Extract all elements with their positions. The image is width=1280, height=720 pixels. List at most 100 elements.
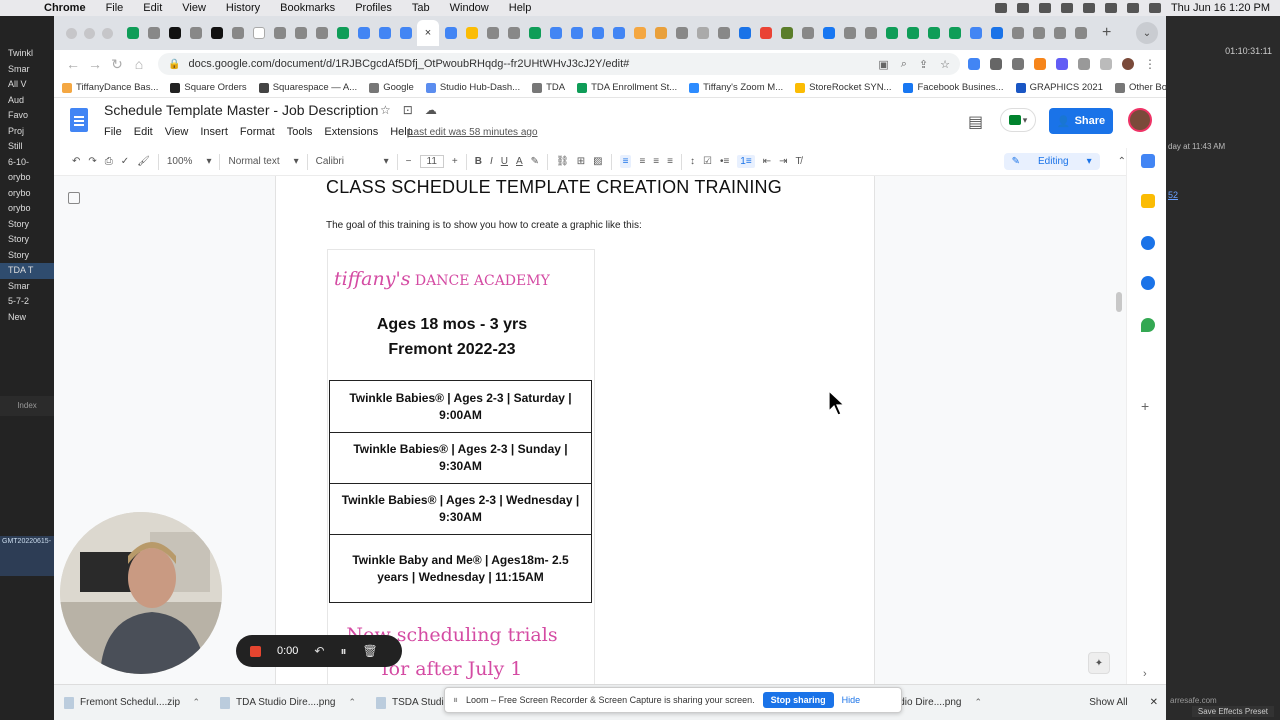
tab[interactable]: [375, 20, 394, 46]
tab[interactable]: [966, 20, 985, 46]
align-left-icon[interactable]: ≡: [619, 155, 632, 168]
more-vertical-icon[interactable]: ⋮: [1144, 57, 1156, 71]
bookmark[interactable]: Square Orders: [170, 82, 247, 93]
meet-button[interactable]: ▾: [1000, 108, 1036, 132]
highlight-icon[interactable]: ✎: [531, 156, 539, 167]
tab[interactable]: [186, 20, 205, 46]
webcam-bubble[interactable]: [60, 512, 222, 674]
schedule-graphic-image[interactable]: tiffany's DANCE ACADEMY Ages 18 mos - 3 …: [327, 249, 595, 684]
keep-icon[interactable]: [1141, 194, 1155, 208]
text-color-icon[interactable]: A: [516, 156, 523, 167]
library-row[interactable]: Aud: [0, 93, 54, 109]
stop-sharing-button[interactable]: Stop sharing: [762, 692, 834, 708]
style-dropdown[interactable]: Normal text ▾: [228, 156, 298, 167]
dropbox-icon[interactable]: [1038, 3, 1051, 13]
drag-handle-icon[interactable]: ⏸: [453, 695, 458, 706]
docs-menu-insert[interactable]: Insert: [200, 126, 228, 138]
increase-font-size-icon[interactable]: +: [452, 156, 458, 167]
tab[interactable]: [1029, 20, 1048, 46]
tab[interactable]: [144, 20, 163, 46]
download-item[interactable]: TDA Studio Dire....png ⌃: [210, 696, 366, 709]
tab[interactable]: [693, 20, 712, 46]
bookmark[interactable]: Studio Hub-Dash...: [425, 82, 520, 93]
timeline-index-label[interactable]: Index: [0, 396, 54, 416]
tab[interactable]: [882, 20, 901, 46]
share-button[interactable]: 👤 Share: [1049, 108, 1113, 134]
library-row[interactable]: 5-7-2: [0, 294, 54, 310]
menu-profiles[interactable]: Profiles: [345, 2, 402, 14]
collapse-menus-icon[interactable]: ⌃: [1118, 156, 1126, 167]
bookmark[interactable]: TiffanyDance Bas...: [62, 82, 158, 93]
library-row[interactable]: orybo: [0, 201, 54, 217]
library-row[interactable]: Smar: [0, 62, 54, 78]
decrease-indent-icon[interactable]: ⇤: [763, 156, 771, 167]
library-row[interactable]: orybo: [0, 170, 54, 186]
home-icon[interactable]: ⌂: [128, 56, 150, 72]
align-center-icon[interactable]: ≡: [639, 156, 645, 167]
tab[interactable]: [354, 20, 373, 46]
menu-window[interactable]: Window: [440, 2, 499, 14]
align-right-icon[interactable]: ≡: [653, 156, 659, 167]
justify-icon[interactable]: ≡: [667, 156, 673, 167]
docs-menu-view[interactable]: View: [165, 126, 189, 138]
tab[interactable]: [567, 20, 586, 46]
tab[interactable]: [483, 20, 502, 46]
tab[interactable]: [462, 20, 481, 46]
decrease-font-size-icon[interactable]: −: [406, 156, 412, 167]
tab[interactable]: [609, 20, 628, 46]
library-row[interactable]: New: [0, 310, 54, 326]
tab[interactable]: [165, 20, 184, 46]
tab[interactable]: [1008, 20, 1027, 46]
comment-history-icon[interactable]: ▤: [968, 112, 983, 132]
bookmark-star-icon[interactable]: ☆: [940, 58, 950, 71]
add-comment-icon[interactable]: ⊞: [577, 156, 585, 167]
tab[interactable]: [525, 20, 544, 46]
bookmark[interactable]: StoreRocket SYN...: [795, 82, 891, 93]
close-tab-icon[interactable]: ×: [425, 27, 431, 39]
close-downloads-icon[interactable]: ✕: [1150, 697, 1158, 708]
star-icon[interactable]: ☆: [380, 103, 391, 117]
tab[interactable]: [714, 20, 733, 46]
library-row[interactable]: Twinkl: [0, 46, 54, 62]
library-row-selected[interactable]: TDA T: [0, 263, 54, 279]
zoom-dropdown[interactable]: 100% ▾: [167, 156, 212, 167]
spellcheck-icon[interactable]: ✓: [121, 156, 129, 167]
docs-menu-format[interactable]: Format: [240, 126, 275, 138]
menu-bookmarks[interactable]: Bookmarks: [270, 2, 345, 14]
tab[interactable]: [441, 20, 460, 46]
activity-link[interactable]: 52: [1168, 190, 1178, 200]
pause-icon[interactable]: ⏸: [340, 644, 346, 659]
chevron-up-icon[interactable]: ⌃: [192, 697, 200, 708]
tab[interactable]: [945, 20, 964, 46]
library-row[interactable]: Still: [0, 139, 54, 155]
expand-panel-chevron-icon[interactable]: ›: [1143, 668, 1147, 680]
docs-menu-edit[interactable]: Edit: [134, 126, 153, 138]
tab[interactable]: [819, 20, 838, 46]
font-dropdown[interactable]: Calibri ▾: [316, 156, 389, 167]
tab[interactable]: [735, 20, 754, 46]
move-folder-icon[interactable]: ⊡: [403, 103, 413, 117]
wifi-icon[interactable]: [1126, 3, 1139, 13]
back-arrow-icon[interactable]: ←: [62, 56, 84, 72]
bookmark[interactable]: Tiffany's Zoom M...: [689, 82, 783, 93]
library-row[interactable]: Story: [0, 248, 54, 264]
show-all-downloads-button[interactable]: Show All: [1089, 697, 1127, 708]
document-outline-icon[interactable]: [68, 192, 80, 204]
profile-avatar[interactable]: [1122, 58, 1134, 70]
tab-search-chevron-icon[interactable]: ⌄: [1136, 22, 1158, 44]
tab[interactable]: [504, 20, 523, 46]
editing-mode-dropdown[interactable]: ✎ Editing ▾: [1003, 153, 1100, 170]
tab[interactable]: [1071, 20, 1090, 46]
underline-icon[interactable]: U: [501, 156, 508, 167]
checklist-icon[interactable]: ☑: [703, 156, 712, 167]
tab[interactable]: [672, 20, 691, 46]
menu-tab[interactable]: Tab: [402, 2, 440, 14]
bookmark[interactable]: GRAPHICS 2021: [1015, 82, 1103, 93]
menu-view[interactable]: View: [172, 2, 216, 14]
zoom-icon[interactable]: ⌕: [901, 58, 907, 71]
new-tab-button[interactable]: +: [1092, 24, 1121, 42]
tab[interactable]: [777, 20, 796, 46]
menu-app-name[interactable]: Chrome: [34, 2, 96, 14]
tab[interactable]: [291, 20, 310, 46]
stop-recording-button[interactable]: [250, 645, 261, 657]
